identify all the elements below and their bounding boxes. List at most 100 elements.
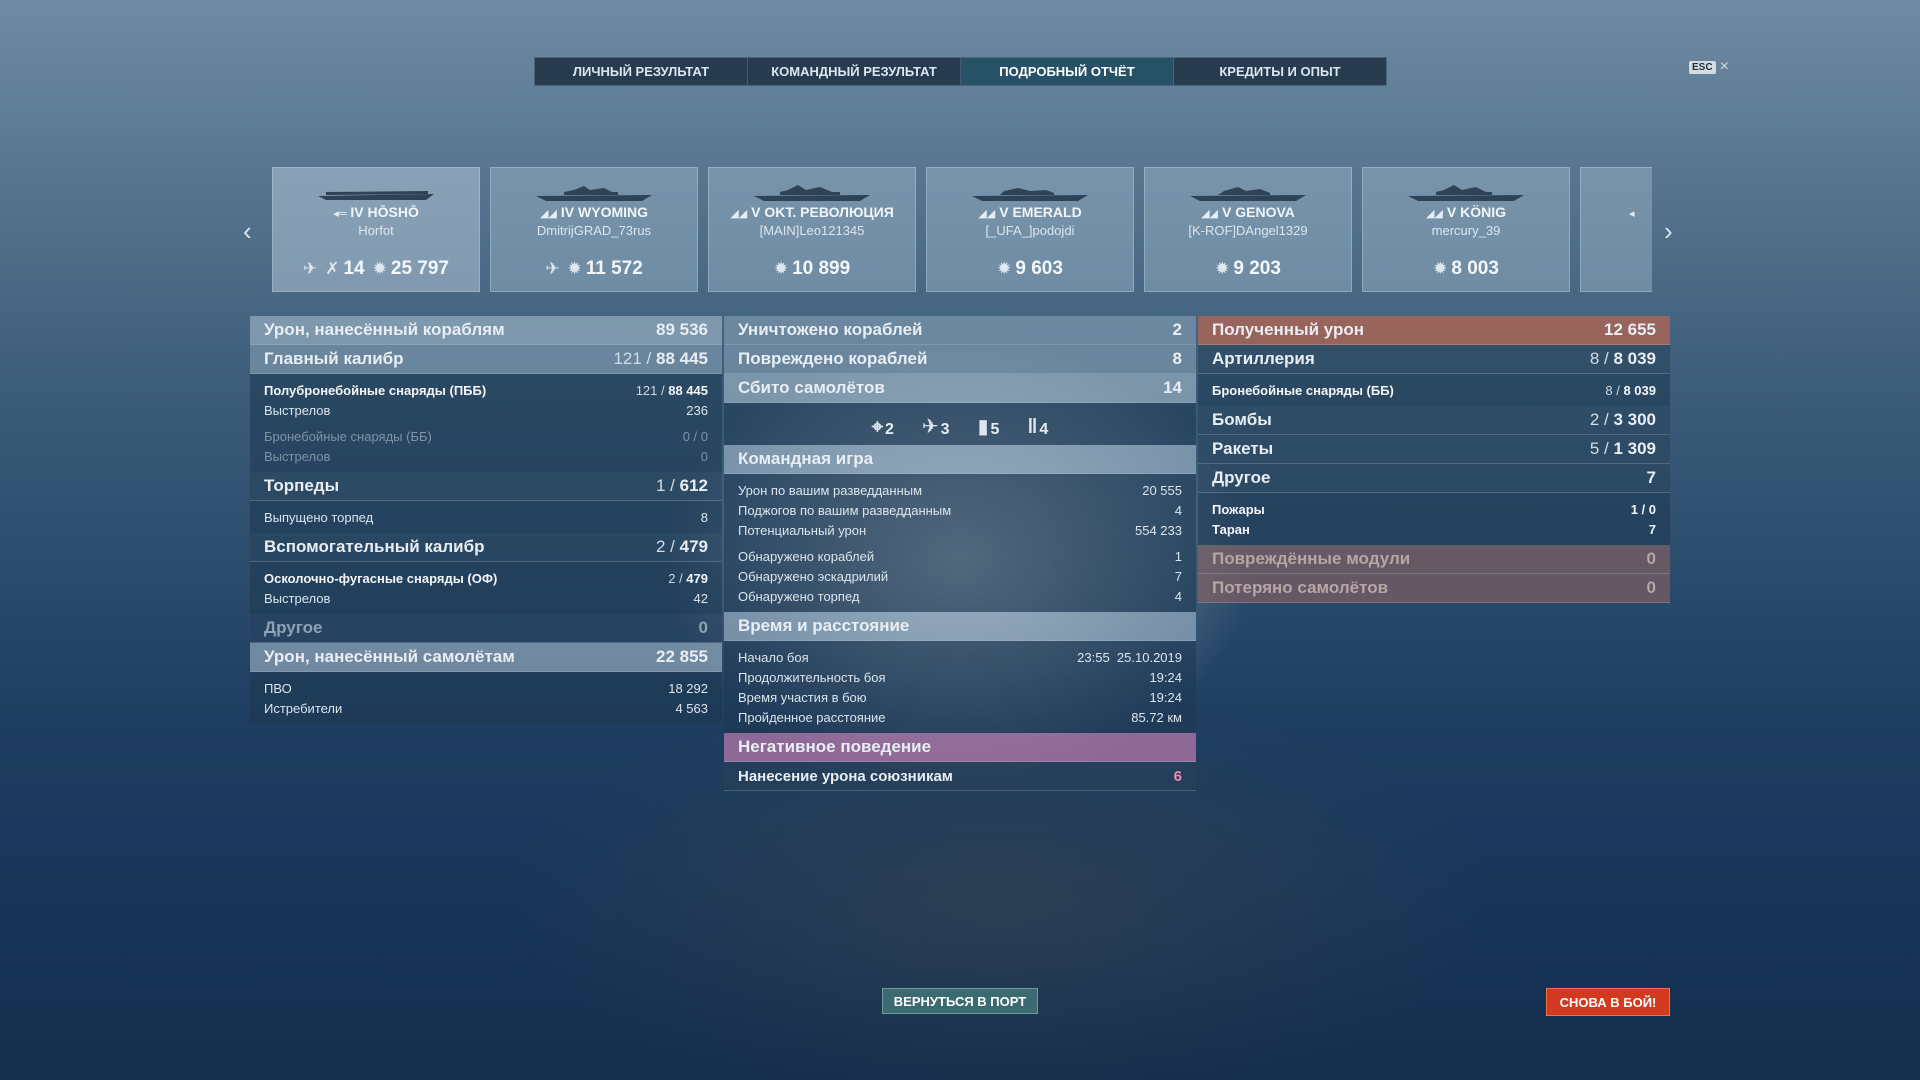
artillery-details: Бронебойные снаряды (ББ) 8 / 8 039 bbox=[1198, 374, 1670, 406]
ship-tier: IV bbox=[560, 204, 575, 220]
carrier-silhouette-icon bbox=[318, 191, 434, 200]
battleship-class-icon: ◢◢ bbox=[1425, 208, 1443, 220]
tab-credits-xp[interactable]: КРЕДИТЫ И ОПЫТ bbox=[1174, 58, 1386, 85]
ship-damage-value: 89 536 bbox=[656, 320, 708, 339]
bomb-icon: ▮ bbox=[977, 416, 989, 438]
close-button[interactable]: ESC × bbox=[1689, 59, 1729, 75]
team-play-header: Командная игра bbox=[724, 445, 1196, 474]
distance-label: Пройденное расстояние bbox=[738, 709, 886, 725]
tab-team-result[interactable]: КОМАНДНЫЙ РЕЗУЛЬТАТ bbox=[748, 58, 961, 85]
potential-damage-label: Потенциальный урон bbox=[738, 522, 867, 538]
other-received-label: Другое bbox=[1212, 468, 1271, 487]
ship-card[interactable]: ◢◢ V GENOVA [K-ROF]DAngel1329 ✹ 9 203 bbox=[1144, 167, 1352, 292]
damage-dealt-panel: Урон, нанесённый кораблям 89 536 Главный… bbox=[250, 316, 722, 724]
spot-damage-row: Урон по вашим разведданным 20 555 bbox=[724, 480, 1196, 500]
ap-received-hits: 8 bbox=[1605, 382, 1613, 398]
rockets-icon: ‖ bbox=[1027, 416, 1038, 438]
damaged-modules-value: 0 bbox=[1646, 549, 1656, 568]
ap-shells-value: 88 445 bbox=[668, 382, 708, 398]
damage-icon: ✹ bbox=[1433, 259, 1448, 278]
plane-icon: ✈ bbox=[545, 259, 560, 278]
he-shots-label: Выстрелов bbox=[264, 590, 331, 606]
spot-damage-value: 20 555 bbox=[1142, 482, 1182, 498]
plane-types-row: ⌖ 2 ✈ 3 ▮ 5 ‖ 4 bbox=[724, 403, 1196, 445]
player-name: Horfot bbox=[358, 223, 394, 238]
damage-value: 25 797 bbox=[390, 258, 449, 279]
plane-damage-value: 22 855 bbox=[656, 647, 708, 666]
ship-card[interactable]: ◢◢ V OKT. РЕВОЛЮЦИЯ [MAIN]Leo121345 ✹ 10 8… bbox=[708, 167, 916, 292]
secondary-label: Вспомогательный калибр bbox=[264, 537, 485, 556]
ship-card[interactable]: ◂═ IV HŌSHŌ Horfot ✈ ✗ 14 ✹ 25 797 bbox=[272, 167, 480, 292]
bombs-row: Бомбы 2 / 3 300 bbox=[1198, 406, 1670, 435]
crosshair-icon: ⌖ bbox=[871, 416, 883, 438]
damaged-label: Повреждено кораблей bbox=[738, 349, 928, 368]
spotted-ships-value: 1 bbox=[1174, 548, 1182, 564]
team-play-label: Командная игра bbox=[738, 449, 874, 468]
torpedoes-label: Торпеды bbox=[264, 476, 340, 495]
carousel-next-arrow-icon[interactable]: › bbox=[1664, 216, 1673, 247]
battleship-class-icon: ◢◢ bbox=[539, 208, 557, 220]
ship-damage-row: Урон, нанесённый кораблям 89 536 bbox=[250, 316, 722, 345]
ship-name: WYOMING bbox=[578, 204, 649, 220]
fighters-label: Истребители bbox=[264, 700, 343, 716]
plane-type-value: 2 bbox=[884, 421, 894, 438]
damage-icon: ✹ bbox=[567, 259, 582, 278]
tab-personal-result[interactable]: ЛИЧНЫЙ РЕЗУЛЬТАТ bbox=[535, 58, 748, 85]
ship-name: KÖNIG bbox=[1460, 204, 1507, 220]
ap2-shells-value: 0 / 0 bbox=[682, 428, 708, 444]
spotted-ships-label: Обнаружено кораблей bbox=[738, 548, 875, 564]
return-to-port-button[interactable]: ВЕРНУТЬСЯ В ПОРТ bbox=[882, 988, 1038, 1014]
plane-damage-details: ПВО 18 292 Истребители 4 563 bbox=[250, 672, 722, 724]
ap-shots-label: Выстрелов bbox=[264, 402, 331, 418]
battle-start-value: 23:55 25.10.2019 bbox=[1077, 649, 1182, 665]
other-damage-value: 0 bbox=[698, 618, 708, 637]
ap-shells-label: Полубронебойные снаряды (ПББ) bbox=[264, 382, 487, 398]
destroyed-value: 2 bbox=[1172, 320, 1182, 339]
ship-card[interactable]: ◢◢ IV WYOMING DmitrijGRAD_73rus ✈ ✹ 11 572 bbox=[490, 167, 698, 292]
ap-shots-value: 236 bbox=[686, 402, 708, 418]
plane-type-value: 3 bbox=[940, 421, 950, 438]
damaged-modules-label: Повреждённые модули bbox=[1212, 549, 1411, 568]
battleship-silhouette-icon bbox=[754, 185, 870, 201]
fires-value: 1 / 0 bbox=[1630, 501, 1656, 517]
spotted-squadrons-value: 7 bbox=[1174, 568, 1182, 584]
team-damage-value: 6 bbox=[1173, 767, 1182, 785]
secondary-value: 479 bbox=[679, 537, 708, 556]
ship-tier: V bbox=[751, 204, 761, 220]
damage-icon: ✹ bbox=[997, 259, 1012, 278]
player-name: [K-ROF]DAngel1329 bbox=[1188, 223, 1308, 238]
ship-card-partial[interactable]: ◂ bbox=[1580, 167, 1652, 292]
fires-row: Пожары 1 / 0 bbox=[1198, 499, 1670, 519]
main-battery-row: Главный калибр 121 / 88 445 bbox=[250, 345, 722, 374]
carousel-prev-arrow-icon[interactable]: ‹ bbox=[243, 216, 252, 247]
main-battery-details: Полубронебойные снаряды (ПББ) 121 / 88 4… bbox=[250, 374, 722, 472]
ap-shells-row: Полубронебойные снаряды (ПББ) 121 / 88 4… bbox=[264, 382, 708, 398]
time-in-battle-row: Время участия в бою 19:24 bbox=[724, 687, 1196, 707]
ap2-shots-label: Выстрелов bbox=[264, 448, 331, 464]
ship-tier: IV bbox=[350, 204, 364, 220]
tab-detailed-report[interactable]: ПОДРОБНЫЙ ОТЧЁТ bbox=[961, 58, 1174, 85]
damage-value: 8 003 bbox=[1451, 258, 1499, 279]
potential-damage-value: 554 233 bbox=[1135, 522, 1182, 538]
spot-fires-row: Поджогов по вашим разведданным 4 bbox=[724, 500, 1196, 520]
bombs-hits: 2 bbox=[1589, 410, 1600, 429]
ship-card[interactable]: ◢◢ V KÖNIG mercury_39 ✹ 8 003 bbox=[1362, 167, 1570, 292]
other-received-value: 7 bbox=[1646, 468, 1656, 487]
spotted-squadrons-label: Обнаружено эскадрилий bbox=[738, 568, 889, 584]
player-name: DmitrijGRAD_73rus bbox=[536, 223, 652, 238]
ship-card[interactable]: ◢◢ V EMERALD [_UFA_]podojdi ✹ 9 603 bbox=[926, 167, 1134, 292]
battleship-silhouette-icon bbox=[536, 186, 652, 201]
ship-name: OKT. РЕВОЛЮЦИЯ bbox=[764, 204, 894, 220]
torpedo-details: Выпущено торпед 8 bbox=[250, 501, 722, 533]
battle-duration-label: Продолжительность боя bbox=[738, 669, 886, 685]
damage-icon: ✹ bbox=[773, 259, 789, 278]
ship-name: EMERALD bbox=[1012, 204, 1082, 220]
damage-icon: ✹ bbox=[1215, 259, 1230, 278]
spot-fires-value: 4 bbox=[1174, 502, 1182, 518]
cruiser-silhouette-icon bbox=[972, 188, 1088, 201]
main-battery-label: Главный калибр bbox=[264, 349, 404, 368]
combat-summary-panel: Уничтожено кораблей 2 Повреждено корабле… bbox=[724, 316, 1196, 791]
battle-again-button[interactable]: СНОВА В БОЙ! bbox=[1546, 988, 1670, 1016]
lost-planes-row: Потеряно самолётов 0 bbox=[1198, 574, 1670, 603]
planes-shot-value: 14 bbox=[1163, 378, 1182, 397]
